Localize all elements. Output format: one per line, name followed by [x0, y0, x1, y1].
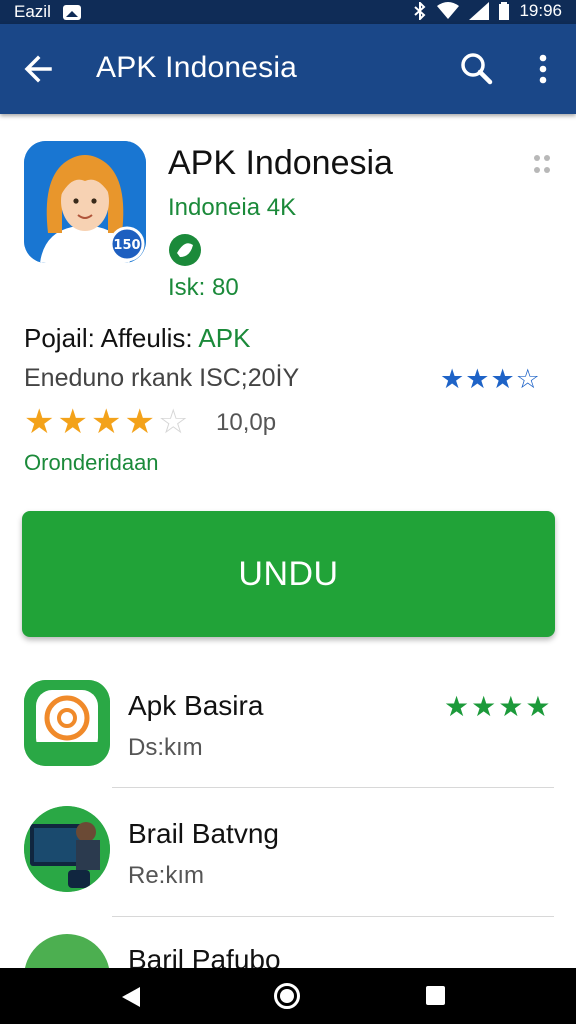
app-name: APK Indonesia: [168, 144, 393, 182]
nav-recents-icon[interactable]: [426, 986, 445, 1005]
star-filled-icon: ★: [490, 364, 516, 394]
nav-home-icon[interactable]: [274, 983, 300, 1009]
developer-link[interactable]: Indoneia 4K: [168, 194, 296, 222]
star-outline-icon: ☆: [515, 364, 541, 394]
rating-stars-blue: ★★★☆: [440, 364, 541, 395]
list-item[interactable]: Brail Batvng Re:kım: [0, 800, 576, 928]
cell-signal-icon: [469, 2, 490, 20]
navigation-bar: [0, 968, 576, 1024]
app-overflow-button[interactable]: [530, 150, 554, 180]
related-app-name: Apk Basira: [128, 690, 264, 721]
related-app-rating: ★★★★: [444, 690, 552, 723]
related-app-name: Brail Batvng: [128, 818, 279, 849]
bluetooth-icon: [414, 2, 426, 20]
star-filled-icon: ★: [471, 691, 499, 722]
star-filled-icon: ★: [90, 403, 125, 441]
monitor-person-icon: [24, 806, 110, 892]
details-title: Pojail: Affeulis: APK: [24, 323, 250, 354]
search-icon: [461, 53, 493, 85]
list-divider: [112, 916, 554, 917]
app-bar: APK Indonesia: [0, 24, 576, 114]
app-icon-badge: 150: [113, 238, 140, 253]
nav-back-icon[interactable]: [120, 986, 142, 1008]
details-title-prefix: Pojail: Affeulis:: [24, 323, 199, 353]
editors-choice-icon: [168, 233, 202, 267]
related-app-name: Baril Pafubo: [128, 944, 281, 968]
rating-count: 10,0p: [216, 409, 277, 436]
rating-stars-orange: ★★★★☆: [24, 402, 191, 442]
star-filled-icon: ★: [465, 364, 491, 394]
status-bar: Eazil 19:96: [0, 0, 576, 24]
star-filled-icon: ★: [57, 403, 91, 441]
dots-grid-icon: [534, 155, 550, 173]
category-link[interactable]: Oronderidaan: [24, 450, 159, 476]
search-button[interactable]: [456, 48, 498, 90]
app-icon: 150: [24, 141, 146, 263]
back-button[interactable]: [20, 49, 60, 89]
battery-icon: [499, 2, 510, 20]
star-filled-icon: ★: [525, 691, 553, 722]
details-subtitle: Eneduno rkank ISC;20İY: [24, 364, 300, 392]
star-filled-icon: ★: [24, 403, 58, 441]
more-vert-icon: [539, 54, 547, 84]
star-filled-icon: ★: [498, 691, 526, 722]
star-filled-icon: ★: [124, 403, 158, 441]
app-size: Isk: 80: [168, 274, 239, 301]
app-bar-title: APK Indonesia: [96, 51, 298, 84]
related-app-icon: [24, 806, 110, 892]
carrier-label: Eazil: [14, 2, 51, 21]
details-title-accent: APK: [198, 323, 251, 353]
more-options-button[interactable]: [528, 48, 558, 90]
star-filled-icon: ★: [440, 364, 466, 394]
related-app-sub: Ds:kım: [128, 734, 203, 761]
arrow-back-icon: [24, 55, 52, 83]
wifi-icon: [437, 2, 460, 19]
related-app-icon: [24, 680, 110, 766]
target-logo-icon: [24, 680, 110, 766]
avatar-illustration-icon: 150: [24, 141, 146, 263]
install-button[interactable]: UNDU: [22, 511, 555, 637]
list-divider: [112, 787, 554, 788]
list-item[interactable]: Baril Pafubo: [0, 928, 576, 968]
list-item[interactable]: Apk Basira Ds:kım ★★★★: [0, 672, 576, 800]
star-outline-icon: ☆: [157, 403, 192, 441]
image-notification-icon: [62, 4, 81, 20]
clock: 19:96: [519, 1, 562, 20]
star-filled-icon: ★: [444, 691, 472, 722]
related-app-icon: [24, 934, 110, 968]
related-app-sub: Re:kım: [128, 862, 205, 889]
